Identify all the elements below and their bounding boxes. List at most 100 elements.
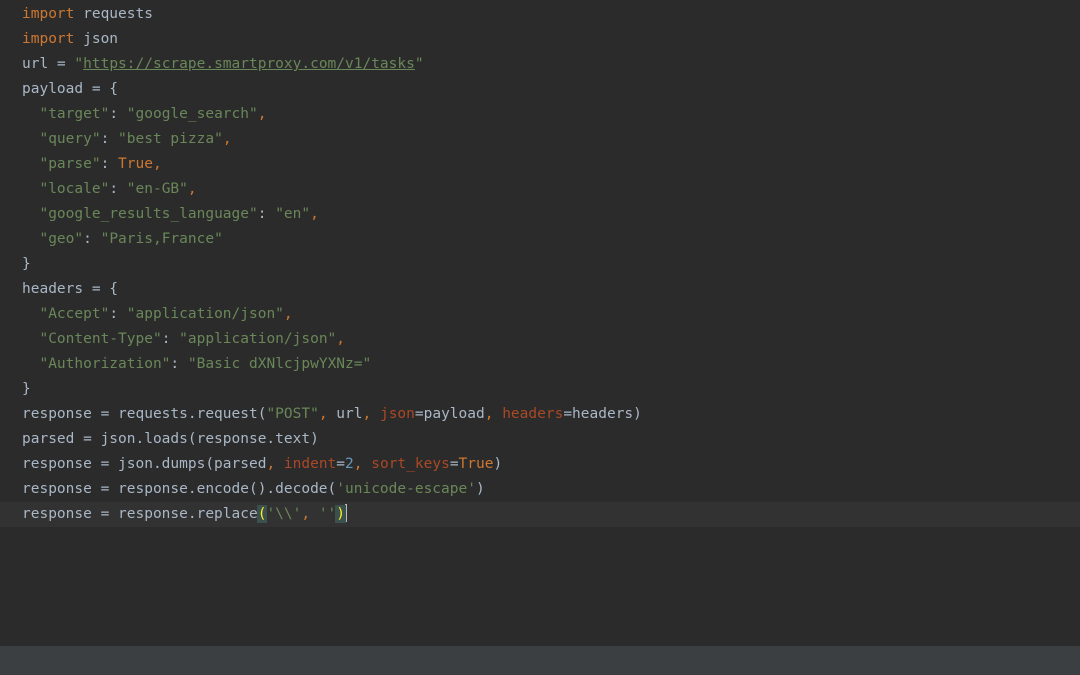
code-token: True — [458, 456, 494, 472]
code-token: json — [74, 31, 119, 47]
code-area[interactable]: import requests import json url = "https:/… — [0, 2, 1080, 527]
code-token: , — [484, 406, 503, 422]
code-token: "google_search" — [126, 106, 258, 122]
code-token: } — [22, 381, 31, 397]
code-token: response = json.dumps(parsed — [22, 456, 267, 472]
code-token: "geo" — [39, 231, 84, 247]
code-token: : — [100, 156, 119, 172]
code-line[interactable]: headers = { — [0, 277, 1080, 302]
code-line[interactable]: "parse": True, — [0, 152, 1080, 177]
code-token: json — [379, 406, 415, 422]
code-token: ) — [475, 481, 485, 497]
code-line[interactable]: response = json.dumps(parsed, indent=2, … — [0, 452, 1080, 477]
code-token: , — [152, 156, 162, 172]
code-token: , — [362, 406, 380, 422]
code-token: "query" — [39, 131, 101, 147]
code-token: "application/json" — [179, 331, 337, 347]
code-token: , — [266, 456, 284, 472]
code-token: headers — [502, 406, 564, 422]
code-line[interactable]: response = response.replace('\\', '') — [0, 502, 1080, 527]
code-token: , — [353, 456, 372, 472]
code-token: "POST" — [266, 406, 319, 422]
code-token: =headers) — [563, 406, 642, 422]
code-token: headers = { — [22, 281, 119, 297]
code-token: url = — [22, 56, 75, 72]
code-token: '' — [318, 506, 337, 522]
code-token: "en" — [275, 206, 311, 222]
code-token: response = requests.request( — [22, 406, 267, 422]
code-token: , — [283, 306, 293, 322]
code-line[interactable]: "google_results_language": "en", — [0, 202, 1080, 227]
code-line[interactable]: "locale": "en-GB", — [0, 177, 1080, 202]
code-token: : — [161, 331, 180, 347]
code-token: "application/json" — [126, 306, 284, 322]
code-line[interactable]: parsed = json.loads(response.text) — [0, 427, 1080, 452]
code-token: True — [118, 156, 153, 172]
code-token: "Paris,France" — [100, 231, 223, 247]
code-token: sort_keys — [371, 456, 450, 472]
code-token: , — [310, 206, 319, 222]
code-line[interactable]: "query": "best pizza", — [0, 127, 1080, 152]
code-line[interactable]: response = response.encode().decode('uni… — [0, 477, 1080, 502]
code-token: : — [83, 231, 101, 247]
code-line[interactable]: "target": "google_search", — [0, 102, 1080, 127]
code-token: : — [257, 206, 276, 222]
code-token: 2 — [345, 456, 354, 472]
code-token: import — [22, 6, 75, 22]
code-token: parsed = json.loads(response.text) — [22, 431, 319, 447]
code-token: : — [100, 131, 119, 147]
code-line[interactable]: payload = { — [0, 77, 1080, 102]
code-token: " — [74, 56, 84, 72]
code-token: , — [187, 181, 197, 197]
code-token: "Basic dXNlcjpwYXNz=" — [187, 356, 372, 372]
code-token: indent — [283, 456, 337, 472]
code-token: "Authorization" — [39, 356, 171, 372]
code-token: "parse" — [39, 156, 101, 172]
code-editor[interactable]: import requests import json url = "https:/… — [0, 0, 1080, 646]
code-token: "best pizza" — [118, 131, 223, 147]
code-token: "Accept" — [39, 306, 110, 322]
code-token: ) — [493, 456, 503, 472]
code-line[interactable]: } — [0, 377, 1080, 402]
code-line[interactable]: "Authorization": "Basic dXNlcjpwYXNz=" — [0, 352, 1080, 377]
code-token: } — [22, 256, 31, 272]
code-token: "google_results_language" — [39, 206, 258, 222]
code-token: "locale" — [39, 181, 110, 197]
code-token: 'unicode-escape' — [336, 481, 476, 497]
code-token: , — [301, 506, 319, 522]
code-token: response = response.replace — [22, 506, 258, 522]
code-token: : — [109, 306, 127, 322]
code-token: , — [257, 106, 267, 122]
status-bar — [0, 646, 1080, 675]
code-token: : — [170, 356, 188, 372]
code-token: =payload — [414, 406, 485, 422]
code-line[interactable]: "geo": "Paris,France" — [0, 227, 1080, 252]
code-token: "Content-Type" — [39, 331, 162, 347]
code-line[interactable]: "Accept": "application/json", — [0, 302, 1080, 327]
code-token: url — [336, 406, 363, 422]
code-line[interactable]: import json — [0, 27, 1080, 52]
code-token: payload = { — [22, 81, 119, 97]
code-token: , — [336, 331, 346, 347]
url-link[interactable]: https://scrape.smartproxy.com/v1/tasks — [83, 56, 415, 72]
code-token: "target" — [39, 106, 110, 122]
code-line[interactable]: url = "https://scrape.smartproxy.com/v1/… — [0, 52, 1080, 77]
code-token: "en-GB" — [126, 181, 188, 197]
code-line[interactable]: } — [0, 252, 1080, 277]
code-line[interactable]: response = requests.request("POST", url,… — [0, 402, 1080, 427]
code-token: , — [222, 131, 232, 147]
text-cursor — [345, 504, 348, 522]
code-token: = — [336, 456, 346, 472]
code-token: response = response.encode().decode( — [22, 481, 337, 497]
code-line[interactable]: "Content-Type": "application/json", — [0, 327, 1080, 352]
code-line[interactable]: import requests — [0, 2, 1080, 27]
